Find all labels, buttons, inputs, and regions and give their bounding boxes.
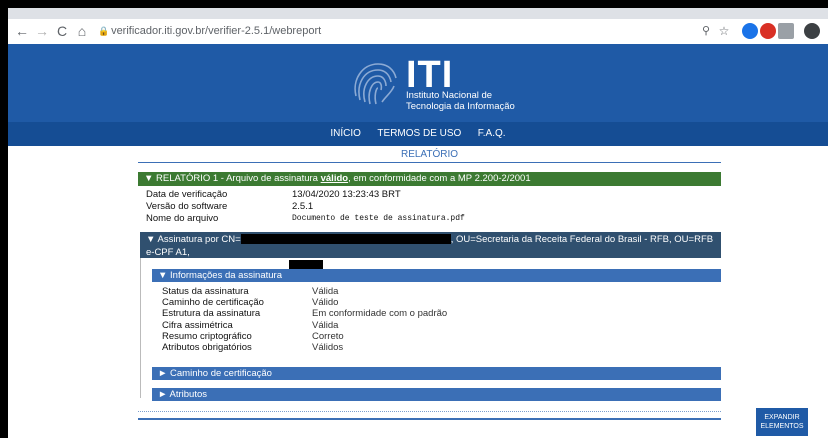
tab-strip xyxy=(8,8,828,16)
signature-left-border xyxy=(140,258,141,398)
main-nav: INÍCIO TERMOS DE USO F.A.Q. xyxy=(8,122,828,146)
info-label: Estrutura da assinatura xyxy=(162,308,261,320)
info-value: Correto xyxy=(312,330,344,342)
report-bar-suffix: , em conformidade com a MP 2.200-2/2001 xyxy=(348,173,531,184)
address-bar[interactable]: 🔒 verificador.iti.gov.br/verifier-2.5.1/… xyxy=(98,21,698,41)
section-attributes[interactable]: ► Atributos xyxy=(152,388,721,401)
nav-item-termos[interactable]: TERMOS DE USO xyxy=(377,128,461,139)
bookmark-star-icon[interactable]: ☆ xyxy=(716,23,732,39)
iti-logo[interactable]: ITI Instituto Nacional de Tecnologia da … xyxy=(348,54,528,112)
field-label: Data de verificação xyxy=(146,189,228,200)
divider-dotted xyxy=(138,411,721,412)
zoom-icon[interactable]: ⚲ xyxy=(698,23,714,39)
field-label: Versão do software xyxy=(146,201,228,212)
report-bar-prefix: ▼ RELATÓRIO 1 - Arquivo de assinatura xyxy=(144,173,321,184)
info-value: Válida xyxy=(312,286,339,297)
divider-line xyxy=(138,418,721,420)
url-text: verificador.iti.gov.br/verifier-2.5.1/we… xyxy=(111,25,322,37)
info-value: Válidos xyxy=(312,341,344,353)
site-header: ITI Instituto Nacional de Tecnologia da … xyxy=(8,44,828,122)
extension-red-icon[interactable] xyxy=(760,23,776,39)
section-cert-path[interactable]: ► Caminho de certificação xyxy=(152,367,721,380)
field-value: 2.5.1 xyxy=(292,201,314,212)
info-label: Atributos obrigatórios xyxy=(162,341,252,353)
field-label: Nome do arquivo xyxy=(146,213,219,224)
info-label: Caminho de certificação xyxy=(162,297,264,309)
info-value: Em conformidade com o padrão xyxy=(312,308,448,320)
report-content: RELATÓRIO ▼ RELATÓRIO 1 - Arquivo de ass… xyxy=(138,146,721,438)
tab-relatorio[interactable]: RELATÓRIO xyxy=(138,148,721,163)
profile-avatar[interactable] xyxy=(804,23,820,39)
nav-item-faq[interactable]: F.A.Q. xyxy=(478,128,506,139)
expand-label-line2: ELEMENTOS xyxy=(760,423,804,430)
info-value: Válida xyxy=(312,319,339,331)
reload-icon[interactable]: C xyxy=(54,23,70,39)
fingerprint-icon xyxy=(354,63,397,105)
info-label: Status da assinatura xyxy=(162,286,249,297)
screen-frame: ← → C ⌂ 🔒 verificador.iti.gov.br/verifie… xyxy=(0,0,828,438)
info-value: Válido xyxy=(312,297,339,309)
signature-header[interactable]: ▼ Assinatura por CN=, OU=Secretaria da R… xyxy=(140,232,721,271)
extension-blue-icon[interactable] xyxy=(742,23,758,39)
info-label: Resumo criptográfico xyxy=(162,330,252,342)
report-status: válido xyxy=(320,173,349,184)
brand-subtitle: Instituto Nacional de Tecnologia da Info… xyxy=(406,90,515,112)
info-label: Cifra assimétrica xyxy=(162,319,233,331)
expand-elements-button[interactable]: EXPANDIR ELEMENTOS xyxy=(756,408,808,436)
lock-icon: 🔒 xyxy=(98,26,110,36)
address-row: ← → C ⌂ 🔒 verificador.iti.gov.br/verifie… xyxy=(8,19,828,45)
brand-subtitle-line2: Tecnologia da Informação xyxy=(406,101,515,112)
back-arrow-icon[interactable]: ← xyxy=(14,23,30,39)
redaction-block xyxy=(240,234,451,245)
home-icon[interactable]: ⌂ xyxy=(74,23,90,39)
section-signature-info[interactable]: ▼ Informações da assinatura xyxy=(152,269,721,282)
field-value: Documento de teste de assinatura.pdf xyxy=(292,214,465,223)
extension-gray-icon[interactable] xyxy=(778,23,794,39)
report-header-bar[interactable]: ▼ RELATÓRIO 1 - Arquivo de assinatura vá… xyxy=(138,172,721,186)
browser-chrome: ← → C ⌂ 🔒 verificador.iti.gov.br/verifie… xyxy=(8,8,828,45)
browser-window: ← → C ⌂ 🔒 verificador.iti.gov.br/verifie… xyxy=(8,8,828,438)
field-value: 13/04/2020 13:23:43 BRT xyxy=(292,189,401,200)
expand-label-line1: EXPANDIR xyxy=(764,414,800,421)
brand-subtitle-line1: Instituto Nacional de xyxy=(406,90,493,101)
forward-arrow-icon[interactable]: → xyxy=(34,23,50,39)
signature-cn-label: ▼ Assinatura por CN= xyxy=(146,234,241,245)
nav-item-inicio[interactable]: INÍCIO xyxy=(330,128,361,139)
signature-line1: ▼ Assinatura por CN=, OU=Secretaria da R… xyxy=(146,233,715,259)
